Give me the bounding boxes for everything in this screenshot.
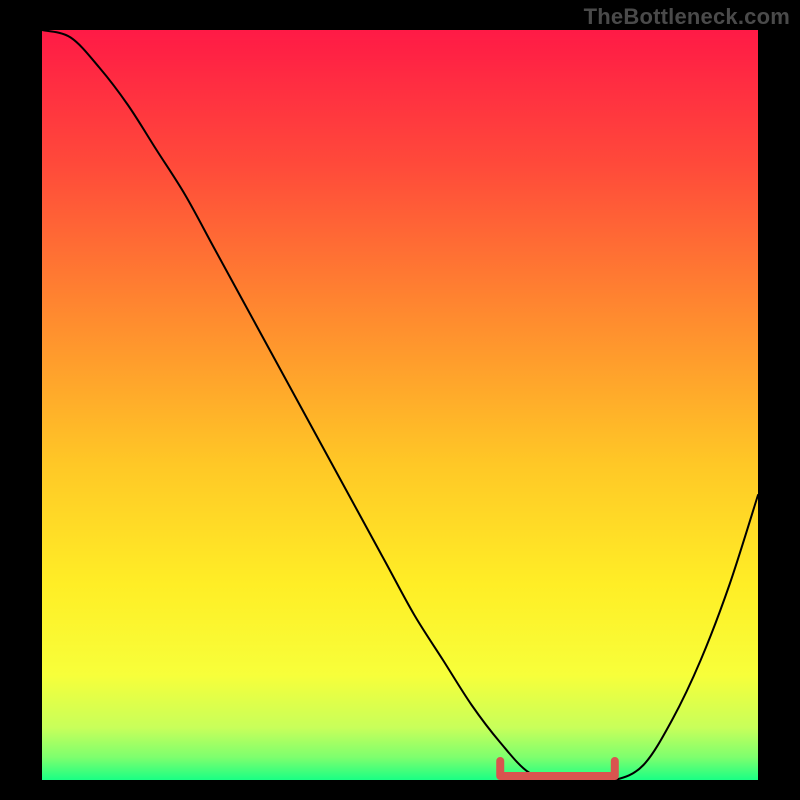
chart-frame: TheBottleneck.com (0, 0, 800, 800)
bottleneck-chart (0, 0, 800, 800)
watermark-text: TheBottleneck.com (584, 4, 790, 30)
plot-background (42, 30, 758, 780)
